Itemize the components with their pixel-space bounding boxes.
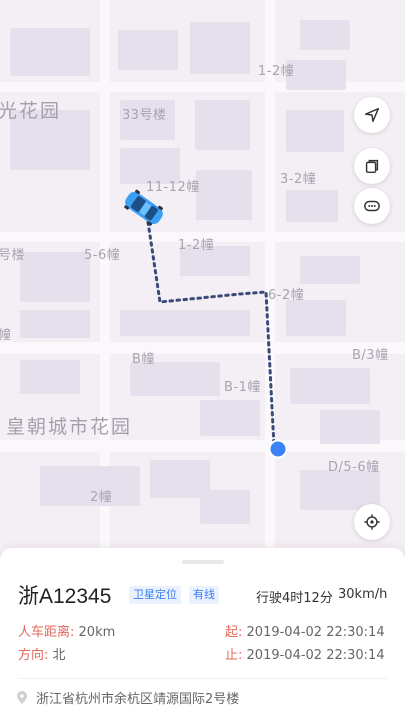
person-distance-label: 人车距离: [18,625,75,640]
satellite-tag: 卫星定位 [129,586,181,604]
start-label: 起: [225,625,243,640]
end-label: 止: [225,648,243,663]
car-icon[interactable] [118,188,170,228]
direction-row: 方向: 北 [18,644,66,663]
end-time-row: 止: 2019-04-02 22:30:14 [225,644,385,663]
address-text: 浙江省杭州市余杭区靖源国际2号楼 [36,692,240,707]
divider [18,678,387,679]
navigation-arrow-icon [364,107,380,123]
vehicle-info-card[interactable]: 浙A12345 卫星定位 有线 行驶4时12分 30km/h 人车距离: 20k… [0,548,405,720]
direction-value: 北 [52,648,66,663]
more-button[interactable] [354,188,390,224]
location-pin-icon [17,690,27,704]
person-distance-row: 人车距离: 20km [18,621,115,640]
copy-button[interactable] [354,148,390,184]
address-row[interactable]: 浙江省杭州市余杭区靖源国际2号楼 [16,688,239,707]
locate-crosshair-icon [364,514,380,530]
more-dots-icon [364,200,380,212]
license-plate: 浙A12345 [18,585,112,608]
direction-label: 方向: [18,648,49,663]
start-time: 2019-04-02 22:30:14 [246,625,385,640]
copy-icon [365,159,379,174]
locate-button[interactable] [354,504,390,540]
navigate-button[interactable] [354,97,390,133]
drag-handle[interactable] [182,560,224,564]
person-distance-value: 20km [78,625,116,640]
drive-time: 行驶4时12分 [256,591,333,606]
location-marker-icon[interactable] [266,438,290,462]
wired-tag: 有线 [189,586,219,604]
route-path [146,220,276,448]
speed: 30km/h [338,587,388,602]
start-time-row: 起: 2019-04-02 22:30:14 [225,621,385,640]
end-time: 2019-04-02 22:30:14 [246,648,385,663]
